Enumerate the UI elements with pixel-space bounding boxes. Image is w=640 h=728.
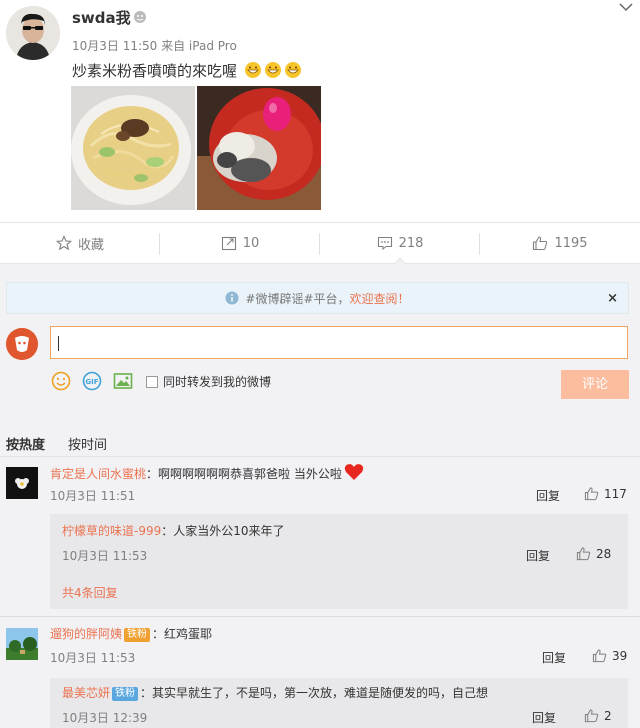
member-icon [134, 11, 146, 23]
comment-like-button[interactable]: 39 [592, 648, 627, 663]
sub-comment-time: 10月3日 11:53 [62, 549, 148, 563]
repost-count: 10 [242, 235, 260, 251]
comment-input[interactable] [50, 326, 628, 359]
repost-icon [221, 236, 236, 251]
comment-username[interactable]: 遛狗的胖阿姨 [50, 627, 122, 641]
fan-badge: 铁粉 [112, 687, 139, 701]
grin-emoji-icon [264, 62, 281, 78]
svg-text:GIF: GIF [85, 378, 98, 386]
star-icon [55, 235, 72, 251]
comment-username[interactable]: 肯定是人间水蜜桃 [50, 467, 146, 481]
comment-avatar[interactable] [6, 628, 38, 660]
sub-comment-username[interactable]: 柠檬草的味道-999 [62, 524, 161, 538]
comment-content: ：红鸡蛋耶 [152, 627, 213, 641]
post-action-bar: 收藏 10 218 1195 [0, 222, 640, 264]
reply-button[interactable]: 回复 [542, 649, 566, 666]
notice-text: #微博辟谣#平台， [245, 291, 350, 306]
sub-comment-content: ：人家当外公10来年了 [161, 524, 285, 538]
notice-link[interactable]: 欢迎查阅！ [350, 290, 410, 307]
comment-text: 遛狗的胖阿姨 铁粉 ：红鸡蛋耶 [50, 625, 212, 642]
more-replies-link[interactable]: 共4条回复 [62, 584, 118, 601]
repost-button[interactable]: 10 [160, 223, 320, 263]
comment-time: 10月3日 11:51 [50, 489, 136, 503]
comment-like-count: 117 [604, 486, 627, 501]
heart-emoji-icon [344, 464, 364, 480]
post-text-content: 炒素米粉香噴噴的來吃喔 [72, 62, 238, 80]
gif-icon[interactable]: GIF [82, 371, 102, 391]
sort-by-hot[interactable]: 按热度 [6, 434, 45, 453]
sub-reply-button[interactable]: 回复 [526, 547, 550, 564]
favorite-label: 收藏 [77, 237, 104, 253]
thumbs-up-icon [576, 547, 591, 561]
reply-button[interactable]: 回复 [536, 487, 560, 504]
comment-like-count: 39 [612, 648, 628, 663]
comment-text: 肯定是人间水蜜桃：啊啊啊啊啊啊恭喜郭爸啦 当外公啦 [50, 463, 364, 482]
post-photo-cat-egg[interactable] [197, 86, 321, 210]
close-icon[interactable]: × [607, 291, 618, 306]
sub-comment-time: 10月3日 12:39 [62, 711, 148, 725]
grin-emoji-icon [284, 62, 301, 78]
comment-icon [377, 236, 392, 251]
comment-divider [0, 616, 640, 617]
grin-emoji-icon [244, 62, 261, 78]
weibo-post: swda我 10月3日 11:50 来自 iPad Pro 炒素米粉香噴噴的來吃… [0, 0, 640, 222]
username[interactable]: swda我 [72, 7, 131, 28]
sub-comment-text: 柠檬草的味道-999：人家当外公10来年了 [62, 522, 285, 539]
chevron-down-icon[interactable] [618, 2, 634, 12]
sub-comment-box: 柠檬草的味道-999：人家当外公10来年了 10月3日 11:53 回复 28 … [50, 514, 628, 609]
favorite-button[interactable]: 收藏 [0, 223, 160, 263]
like-button[interactable]: 1195 [480, 223, 640, 263]
my-avatar [6, 328, 38, 360]
sub-comment-like-button[interactable]: 2 [584, 708, 612, 723]
sub-comment-like-count: 2 [604, 708, 612, 723]
sub-comment-like-count: 28 [596, 546, 612, 561]
comment-time: 10月3日 11:53 [50, 651, 136, 665]
sub-comment-text: 最美芯妍 铁粉 ：其实早就生了，不是吗，第一次放，难道是随便发的吗，自己想 [62, 684, 488, 701]
sort-bar: 按热度 按时间 [0, 427, 640, 457]
sub-comment-box: 最美芯妍 铁粉 ：其实早就生了，不是吗，第一次放，难道是随便发的吗，自己想 10月3… [50, 678, 628, 728]
post-photo-noodles[interactable] [71, 86, 195, 210]
post-text: 炒素米粉香噴噴的來吃喔 [72, 60, 302, 81]
comment-area: #微博辟谣#平台， 欢迎查阅！ × GIF 同时转发到我的微博 评论 按热度 按时… [0, 264, 640, 728]
text-cursor [58, 336, 59, 351]
image-icon[interactable] [113, 371, 133, 391]
thumbs-up-icon [584, 487, 599, 501]
fan-badge: 铁粉 [124, 628, 151, 642]
sub-reply-button[interactable]: 回复 [532, 709, 556, 726]
emoji-icon[interactable] [51, 371, 71, 391]
sort-by-time[interactable]: 按时间 [68, 434, 107, 453]
repost-checkbox-wrap[interactable]: 同时转发到我的微博 [146, 373, 271, 390]
sub-comment-username[interactable]: 最美芯妍 [62, 686, 110, 700]
submit-comment-button[interactable]: 评论 [561, 370, 629, 399]
sub-comment-content: ：其实早就生了，不是吗，第一次放，难道是随便发的吗，自己想 [140, 686, 489, 700]
comment-like-button[interactable]: 117 [584, 486, 627, 501]
comment-content: ：啊啊啊啊啊啊恭喜郭爸啦 当外公啦 [146, 467, 342, 481]
comment-avatar[interactable] [6, 467, 38, 499]
thumbs-up-icon [533, 236, 548, 251]
repost-checkbox-label: 同时转发到我的微博 [163, 375, 272, 389]
user-avatar[interactable] [6, 6, 60, 60]
sub-comment-like-button[interactable]: 28 [576, 546, 611, 561]
rumor-notice: #微博辟谣#平台， 欢迎查阅！ × [6, 282, 629, 314]
repost-checkbox[interactable] [146, 375, 158, 388]
comment-count: 218 [398, 235, 424, 251]
thumbs-up-icon [584, 709, 599, 723]
thumbs-up-icon [592, 649, 607, 663]
info-icon [225, 291, 239, 305]
like-count: 1195 [554, 235, 588, 251]
post-meta: 10月3日 11:50 来自 iPad Pro [72, 39, 237, 53]
